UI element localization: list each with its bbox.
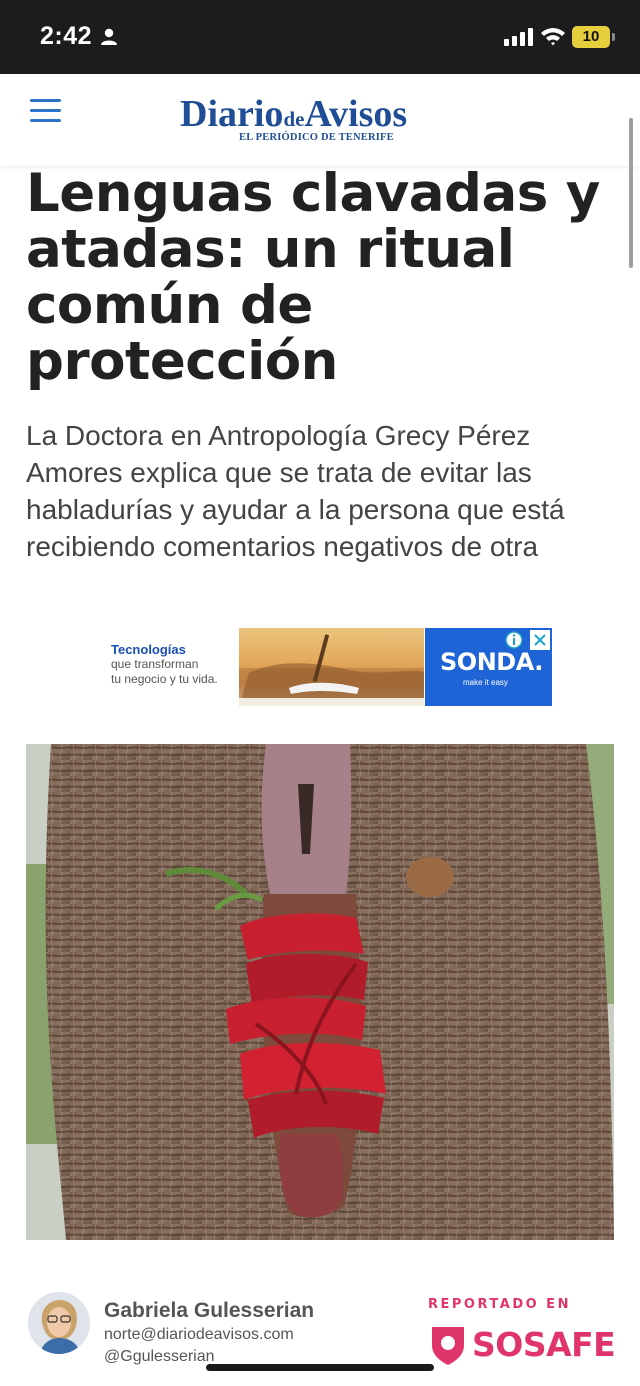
ad-text: Tecnologías que transforman tu negocio y… — [111, 642, 218, 687]
sosafe-shield-icon — [432, 1327, 464, 1365]
article-subtitle: La Doctora en Antropología Grecy Pérez A… — [26, 420, 565, 562]
status-bar: 2:42 10 — [0, 0, 640, 74]
ad-brand-name: SONDA. — [440, 648, 543, 676]
article-headline: Lenguas clavadas y atadas: un ritual com… — [26, 163, 600, 392]
ad-info-icon[interactable] — [504, 630, 524, 650]
ad-image — [239, 628, 424, 706]
ad-banner[interactable]: Tecnologías que transforman tu negocio y… — [104, 628, 552, 706]
wifi-icon — [541, 28, 565, 46]
home-indicator[interactable] — [206, 1364, 434, 1371]
article-photo[interactable] — [26, 744, 614, 1240]
logo-tagline: EL PERIÓDICO DE TENERIFE — [239, 132, 394, 143]
site-header: DiariodeAvisos EL PERIÓDICO DE TENERIFE — [0, 74, 640, 166]
ad-brand-tagline: make it easy — [463, 678, 508, 687]
site-logo[interactable]: DiariodeAvisos EL PERIÓDICO DE TENERIFE — [180, 94, 480, 150]
scrollbar[interactable] — [629, 118, 633, 268]
report-label: REPORTADO EN — [428, 1297, 571, 1312]
battery-nub — [612, 33, 615, 41]
ad-line-2: tu negocio y tu vida. — [111, 672, 218, 686]
ad-close-icon[interactable] — [530, 630, 550, 650]
author-avatar — [28, 1292, 90, 1354]
author-handle[interactable]: @Ggulesserian — [104, 1348, 215, 1366]
status-time: 2:42 — [40, 22, 93, 50]
battery-indicator: 10 — [572, 26, 610, 48]
author-name[interactable]: Gabriela Gulesserian — [104, 1299, 314, 1323]
signal-icon — [504, 28, 533, 46]
hamburger-menu-icon[interactable] — [30, 98, 62, 124]
person-icon — [101, 28, 117, 45]
ad-line-1: que transforman — [111, 657, 199, 671]
sosafe-wordmark: SOSAFE — [472, 1325, 616, 1364]
author-email[interactable]: norte@diariodeavisos.com — [104, 1326, 294, 1344]
sosafe-logo[interactable]: SOSAFE — [428, 1323, 624, 1367]
ad-title: Tecnologías — [111, 642, 186, 657]
